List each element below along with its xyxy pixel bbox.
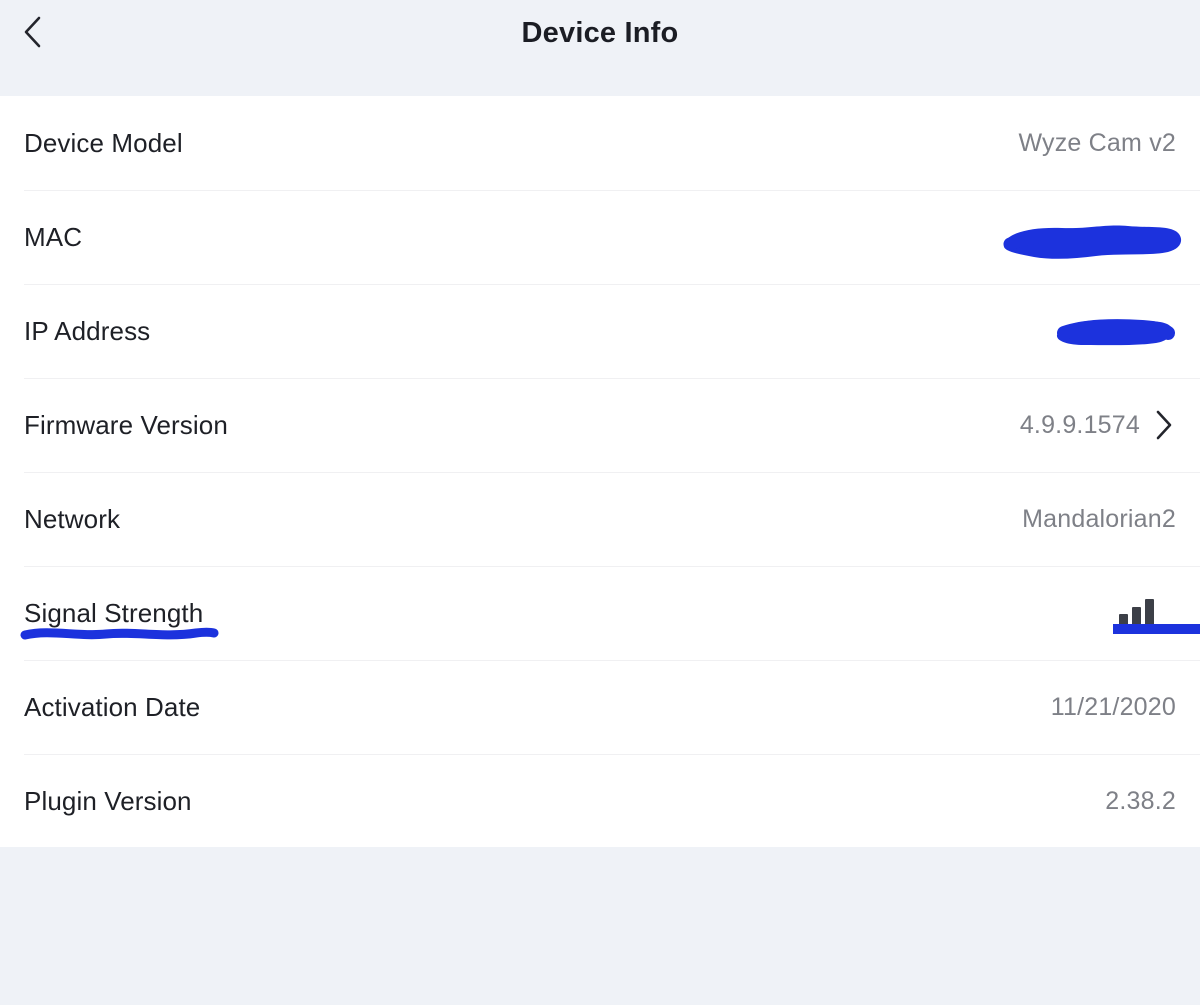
signal-bar-1: [1119, 614, 1128, 628]
table-row-activation-date: Activation Date 11/21/2020: [0, 660, 1200, 754]
row-value-group: [1119, 598, 1176, 628]
redaction-scribble-ip: [1052, 314, 1178, 361]
app-header: Device Info: [0, 0, 1200, 96]
device-info-list: Device Model Wyze Cam v2 MAC IP Address …: [0, 96, 1200, 847]
row-label: Firmware Version: [24, 409, 228, 440]
table-row-mac: MAC: [0, 190, 1200, 284]
row-value: 11/21/2020: [1050, 692, 1176, 721]
signal-bar-2: [1132, 607, 1141, 628]
row-value: Mandalorian2: [1022, 504, 1176, 533]
table-row-firmware-version[interactable]: Firmware Version 4.9.9.1574: [0, 378, 1200, 472]
row-label: Activation Date: [24, 691, 201, 722]
row-label: Plugin Version: [24, 785, 192, 816]
row-value: 2.38.2: [1105, 786, 1176, 815]
row-label: MAC: [24, 221, 83, 252]
row-value: Wyze Cam v2: [1018, 128, 1176, 157]
table-row-network: Network Mandalorian2: [0, 472, 1200, 566]
row-label: Signal Strength: [24, 597, 204, 628]
signal-bar-3: [1145, 599, 1154, 628]
page-title: Device Info: [521, 17, 679, 49]
row-label: IP Address: [24, 315, 151, 346]
row-label: Device Model: [24, 127, 183, 158]
row-label: Network: [24, 503, 121, 534]
bottom-spacer: [0, 847, 1200, 1005]
row-label-group: Signal Strength: [20, 597, 219, 639]
table-row-signal-strength: Signal Strength: [0, 566, 1200, 660]
table-row-plugin-version: Plugin Version 2.38.2: [0, 754, 1200, 848]
table-row-ip-address: IP Address: [0, 284, 1200, 378]
row-value: 4.9.9.1574: [1019, 410, 1140, 439]
chevron-right-icon[interactable]: [1154, 409, 1176, 441]
table-row-device-model: Device Model Wyze Cam v2: [0, 96, 1200, 190]
signal-strength-icon: [1119, 598, 1176, 628]
redaction-scribble-mac: [1000, 220, 1185, 273]
row-value-group: 4.9.9.1574: [1020, 409, 1176, 441]
